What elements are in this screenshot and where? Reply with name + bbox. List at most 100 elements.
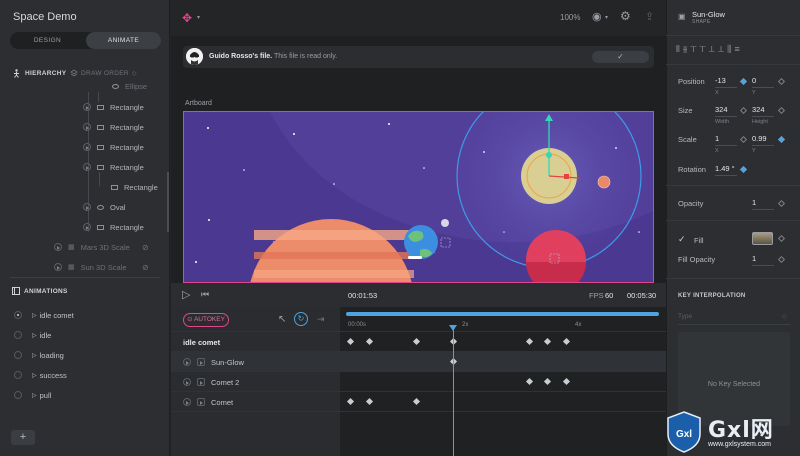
rewind-icon[interactable]: ⏮	[201, 289, 209, 300]
opacity-label: Opacity	[678, 199, 704, 208]
draw-order-label: DRAW ORDER	[81, 69, 129, 77]
expand-icon[interactable]	[183, 398, 191, 406]
expand-icon[interactable]	[83, 163, 91, 171]
align-top-icon[interactable]: ⊤	[700, 44, 709, 54]
radio-selected-icon[interactable]	[14, 311, 22, 319]
divider	[666, 35, 800, 36]
current-time[interactable]: 00:01:53	[348, 291, 377, 300]
opacity-field[interactable]: 1	[752, 198, 774, 210]
hierarchy-header[interactable]: HIERARCHY	[12, 69, 66, 78]
scale-y-field[interactable]: 0.99	[752, 134, 774, 146]
tree-item-rectangle[interactable]: Rectangle	[83, 221, 144, 233]
gear-icon[interactable]: ⚙	[620, 9, 631, 23]
radio-icon[interactable]	[14, 391, 22, 399]
tree-item-mars-3d-scale[interactable]: ▦ Mars 3D Scale ⊘	[54, 241, 149, 253]
shape-icon	[197, 398, 205, 406]
expand-icon[interactable]	[83, 143, 91, 151]
autokey-button[interactable]: ⊙ AUTOKEY	[183, 313, 229, 327]
duration[interactable]: 00:05:30	[627, 291, 656, 300]
align-vcenter-icon[interactable]: ⊥	[709, 44, 718, 54]
expand-icon[interactable]	[83, 223, 91, 231]
chevron-down-icon[interactable]: ◇	[782, 313, 787, 320]
fps-value[interactable]: 60	[605, 291, 613, 300]
ping-pong-icon[interactable]: ⇥	[317, 314, 325, 325]
animation-item[interactable]: ▷ success	[14, 369, 67, 381]
expand-icon[interactable]	[83, 123, 91, 131]
zoom-level[interactable]: 100%	[560, 13, 580, 22]
height-field[interactable]: 324	[752, 105, 774, 117]
track-comet[interactable]: Comet	[183, 396, 233, 408]
fps-label: FPS	[589, 291, 604, 300]
width-field[interactable]: 324	[715, 105, 737, 117]
hierarchy-scrollbar[interactable]	[167, 172, 169, 232]
track-label: Sun-Glow	[211, 357, 244, 367]
playhead[interactable]	[453, 327, 455, 456]
tree-item-ellipse[interactable]: Ellipse	[112, 81, 147, 91]
expand-icon[interactable]	[54, 263, 62, 271]
expand-icon[interactable]	[54, 243, 62, 251]
cursor-tool-icon[interactable]: ↖	[278, 314, 286, 325]
distribute-v-icon[interactable]: ≡	[734, 44, 742, 54]
rotation-knob	[546, 152, 552, 158]
checkmark-icon[interactable]: ✓	[678, 234, 686, 245]
align-bottom-icon[interactable]: ⊥	[718, 44, 727, 54]
selected-track-highlight	[171, 352, 666, 371]
chevron-down-icon[interactable]: ▾	[197, 14, 200, 21]
export-icon[interactable]: ⇪	[645, 10, 654, 23]
expand-icon[interactable]	[83, 103, 91, 111]
animation-item[interactable]: ▷ pull	[14, 389, 51, 401]
rotation-field[interactable]: 1.49 °	[715, 164, 737, 176]
fill-opacity-field[interactable]: 1	[752, 254, 774, 266]
chevron-down-icon[interactable]: ▾	[605, 14, 608, 21]
group-icon: ▦	[68, 244, 75, 251]
animate-tab[interactable]: ANIMATE	[86, 32, 161, 49]
rect-icon	[97, 224, 104, 230]
tree-item-rectangle[interactable]: Rectangle	[83, 101, 144, 113]
draw-order-tab[interactable]: DRAW ORDER ◇	[70, 69, 137, 77]
watermark-url: www.gxlsystem.com	[708, 441, 772, 448]
timeline-range-bar[interactable]	[346, 312, 659, 316]
eye-hidden-icon[interactable]: ⊘	[142, 243, 149, 252]
track-sun-glow[interactable]: Sun-Glow	[183, 356, 244, 368]
tree-item-oval[interactable]: Oval	[83, 201, 125, 213]
jupiter-band	[254, 252, 414, 259]
dismiss-button[interactable]: ✓	[592, 51, 649, 63]
loop-icon[interactable]: ↻	[294, 312, 308, 326]
scale-x-field[interactable]: 1	[715, 134, 737, 146]
stage-toolbar: ✥ ▾ 100% ◉ ▾ ⚙ ⇪	[171, 0, 666, 36]
align-right-icon[interactable]: ⊤	[690, 44, 699, 54]
expand-icon[interactable]	[183, 378, 191, 386]
tree-item-sun-3d-scale[interactable]: ▦ Sun 3D Scale ⊘	[54, 261, 149, 273]
expand-icon[interactable]	[83, 203, 91, 211]
x-axis-knob	[564, 174, 569, 179]
eye-hidden-icon[interactable]: ⊘	[142, 263, 149, 272]
position-x-field[interactable]: -13	[715, 76, 737, 88]
expand-icon[interactable]	[183, 358, 191, 366]
track-comet-2[interactable]: Comet 2	[183, 376, 239, 388]
no-key-message: No Key Selected	[707, 381, 761, 388]
animation-item[interactable]: ▷ idle comet	[14, 309, 74, 321]
animation-item[interactable]: ▷ loading	[14, 349, 64, 361]
eye-icon[interactable]: ◉	[592, 10, 602, 23]
animation-item[interactable]: ▷ idle	[14, 329, 51, 341]
position-y-field[interactable]: 0	[752, 76, 774, 88]
small-planet	[597, 175, 611, 189]
align-left-icon[interactable]: ⫴	[676, 44, 683, 54]
tree-item-rectangle[interactable]: Rectangle	[83, 121, 144, 133]
film-icon	[12, 287, 20, 295]
tree-item-rectangle[interactable]: Rectangle	[83, 141, 144, 153]
interpolation-type-select[interactable]: Type	[678, 313, 692, 320]
radio-icon[interactable]	[14, 331, 22, 339]
artboard[interactable]	[183, 111, 654, 283]
radio-icon[interactable]	[14, 371, 22, 379]
fill-color-swatch[interactable]	[752, 232, 773, 245]
y-sublabel: Y	[752, 90, 756, 96]
play-icon[interactable]: ▷	[182, 288, 190, 301]
add-animation-button[interactable]: +	[11, 430, 35, 445]
oval-icon	[97, 204, 104, 210]
tree-item-rectangle[interactable]: Rectangle	[83, 161, 144, 173]
radio-icon[interactable]	[14, 351, 22, 359]
tree-item-rectangle[interactable]: Rectangle	[111, 181, 158, 193]
design-tab[interactable]: DESIGN	[10, 32, 85, 49]
transform-tool-icon[interactable]: ✥	[182, 11, 192, 25]
